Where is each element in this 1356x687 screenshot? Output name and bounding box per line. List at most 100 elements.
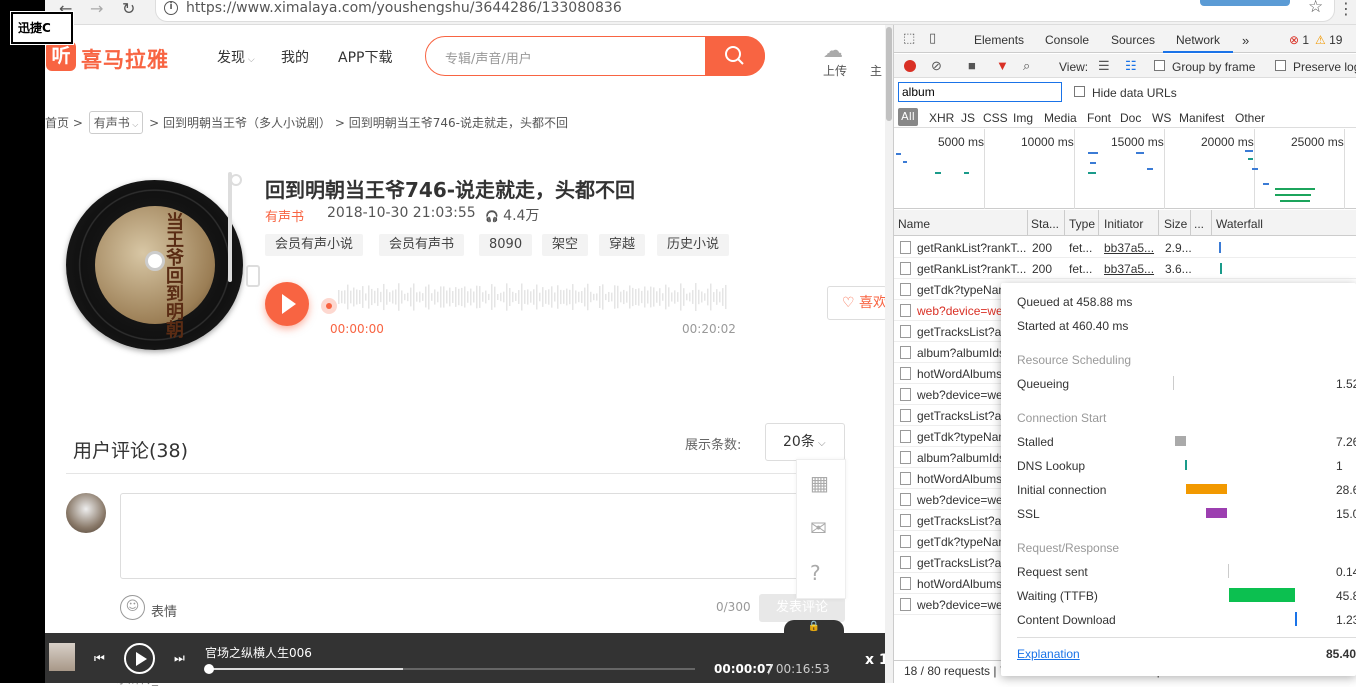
nav-app-download[interactable]: APP下载	[338, 47, 392, 67]
filter-input[interactable]: album	[898, 82, 1062, 102]
play-button[interactable]	[265, 282, 309, 326]
preserve-log-label[interactable]: Preserve log	[1293, 60, 1356, 74]
error-count[interactable]: ⊗ 1	[1289, 33, 1309, 47]
breadcrumb-category[interactable]: 有声书 ⌵	[88, 111, 144, 134]
tab-console[interactable]: Console	[1045, 33, 1089, 47]
tag[interactable]: 8090	[479, 234, 533, 256]
warning-count[interactable]: ⚠ 19	[1315, 33, 1342, 47]
bookmark-star-icon[interactable]: ☆	[1308, 0, 1323, 17]
search-button[interactable]	[705, 36, 765, 76]
col-initiator[interactable]: Initiator	[1104, 217, 1143, 231]
tag[interactable]: 会员有声书	[379, 234, 465, 256]
upload-icon[interactable]: ☁	[823, 38, 843, 62]
inspect-icon[interactable]: ⬚	[903, 31, 915, 46]
request-name[interactable]: web?device=we	[917, 388, 1003, 402]
page-size-select[interactable]: 20条 ⌵	[765, 423, 845, 461]
tag[interactable]: 架空	[542, 234, 589, 256]
screenshot-icon[interactable]: ■	[968, 58, 976, 73]
page-scrollbar-thumb[interactable]	[886, 27, 892, 121]
col-type[interactable]: Type	[1069, 217, 1095, 231]
request-name[interactable]: album?albumIds	[917, 451, 1005, 465]
hide-data-urls-label[interactable]: Hide data URLs	[1092, 86, 1177, 100]
overview-icon[interactable]: ☷	[1125, 58, 1137, 74]
next-icon[interactable]: ⏭	[174, 651, 185, 666]
tag[interactable]: 穿越	[599, 234, 646, 256]
header-cut-label[interactable]: 主	[870, 62, 882, 79]
request-name[interactable]: getRankList?rankT...	[917, 262, 1026, 276]
breadcrumb-album[interactable]: > 回到明朝当王爷（多人小说剧）	[149, 116, 331, 130]
page-scrollbar[interactable]	[885, 25, 893, 683]
type-font[interactable]: Font	[1087, 111, 1111, 125]
reload-icon[interactable]: ↻	[122, 0, 135, 18]
device-toggle-icon[interactable]: ▯	[929, 31, 936, 46]
tab-sources[interactable]: Sources	[1111, 33, 1155, 47]
request-name[interactable]: getTracksList?all	[917, 409, 1007, 423]
logo-text[interactable]: 喜马拉雅	[81, 44, 169, 74]
help-icon[interactable]: ?	[810, 561, 821, 585]
xunlei-overlay-label[interactable]: 迅捷C	[10, 11, 74, 45]
player-track-title[interactable]: 官场之纵横人生006	[205, 644, 312, 661]
type-media[interactable]: Media	[1044, 111, 1077, 125]
forward-icon[interactable]: →	[90, 0, 103, 18]
type-other[interactable]: Other	[1235, 111, 1265, 125]
search-network-icon[interactable]: ⌕	[1023, 58, 1030, 74]
request-name[interactable]: getRankList?rankT...	[917, 241, 1026, 255]
group-by-frame-checkbox[interactable]	[1154, 60, 1165, 71]
request-name[interactable]: getTdk?typeNam	[917, 535, 1008, 549]
clear-icon[interactable]: ⊘	[931, 58, 942, 74]
type-ws[interactable]: WS	[1152, 111, 1171, 125]
request-name[interactable]: hotWordAlbums	[917, 367, 1002, 381]
upload-label[interactable]: 上传	[823, 62, 847, 79]
request-initiator[interactable]: bb37a5...	[1104, 262, 1154, 276]
type-all[interactable]: All	[898, 108, 918, 126]
type-img[interactable]: Img	[1013, 111, 1033, 125]
large-rows-icon[interactable]: ☰	[1098, 58, 1110, 74]
emoji-label[interactable]: 表情	[151, 601, 177, 620]
col-size[interactable]: Size	[1164, 217, 1187, 231]
tag[interactable]: 历史小说	[657, 234, 730, 256]
breadcrumb-home[interactable]: 首页 >	[45, 116, 83, 130]
emoji-icon[interactable]: ☺	[120, 595, 145, 620]
request-name[interactable]: web?device=we	[917, 598, 1003, 612]
waveform[interactable]	[336, 278, 731, 316]
like-button[interactable]: ♡ 喜欢	[827, 286, 887, 320]
col-name[interactable]: Name	[898, 217, 930, 231]
logo-icon[interactable]: 听	[46, 41, 76, 71]
request-name[interactable]: web?device=we	[917, 304, 1003, 318]
previous-icon[interactable]: ⏮	[94, 651, 105, 666]
request-name[interactable]: getTracksList?all	[917, 514, 1007, 528]
request-name[interactable]: getTdk?typeNam	[917, 283, 1008, 297]
type-manifest[interactable]: Manifest	[1179, 111, 1224, 125]
track-category[interactable]: 有声书	[265, 206, 304, 225]
nav-mine[interactable]: 我的	[281, 47, 309, 67]
record-icon[interactable]	[904, 60, 916, 72]
browser-menu-icon[interactable]: ⋮	[1338, 0, 1354, 18]
player-thumbnail[interactable]	[49, 643, 75, 671]
col-status[interactable]: Sta...	[1031, 217, 1059, 231]
url-text[interactable]: https://www.ximalaya.com/youshengshu/364…	[186, 0, 622, 16]
more-tabs-icon[interactable]: »	[1242, 33, 1249, 48]
type-xhr[interactable]: XHR	[929, 111, 954, 125]
request-name[interactable]: web?device=we	[917, 493, 1003, 507]
wechat-icon[interactable]: ✉	[810, 516, 827, 540]
request-name[interactable]: getTdk?typeNam	[917, 430, 1008, 444]
type-doc[interactable]: Doc	[1120, 111, 1141, 125]
player-play-button[interactable]	[124, 643, 155, 674]
request-name[interactable]: album?albumIds	[917, 346, 1005, 360]
nav-discover[interactable]: 发现 ⌵	[217, 47, 255, 67]
type-js[interactable]: JS	[961, 111, 975, 125]
col-waterfall[interactable]: Waterfall	[1216, 217, 1263, 231]
explanation-link[interactable]: Explanation	[1017, 647, 1080, 661]
request-name[interactable]: hotWordAlbums	[917, 472, 1002, 486]
tab-elements[interactable]: Elements	[974, 33, 1024, 47]
preserve-log-checkbox[interactable]	[1275, 60, 1286, 71]
comment-textarea[interactable]	[120, 493, 846, 579]
type-css[interactable]: CSS	[983, 111, 1008, 125]
request-initiator[interactable]: bb37a5...	[1104, 241, 1154, 255]
player-progress-knob[interactable]	[204, 664, 214, 674]
tag[interactable]: 会员有声小说	[265, 234, 364, 256]
info-icon[interactable]: i	[164, 1, 178, 15]
request-name[interactable]: getTracksList?all	[917, 325, 1007, 339]
group-by-frame-label[interactable]: Group by frame	[1172, 60, 1255, 74]
col-time[interactable]: ...	[1194, 217, 1204, 231]
